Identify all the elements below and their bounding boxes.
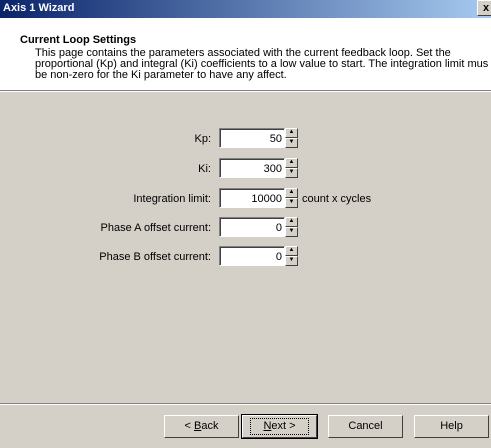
back-button[interactable]: < Back (164, 415, 239, 438)
ki-input[interactable] (222, 161, 282, 176)
next-label-rest: ext > (271, 420, 296, 432)
integration-limit-input[interactable] (222, 191, 282, 206)
phase-b-spinner: ▲ ▼ (285, 246, 298, 266)
back-label-rest: ack (201, 420, 219, 432)
phase-a-field-box (219, 217, 285, 237)
kp-spin-up-button[interactable]: ▲ (285, 128, 298, 138)
header-panel: Current Loop Settings This page contains… (0, 18, 491, 90)
integration-limit-field-box (219, 188, 285, 208)
up-arrow-icon: ▲ (288, 159, 295, 165)
phase-a-spin-down-button[interactable]: ▼ (285, 227, 298, 237)
phase-b-label: Phase B offset current: (99, 251, 211, 263)
phase-b-spin-down-button[interactable]: ▼ (285, 256, 298, 266)
header-divider (0, 90, 491, 92)
down-arrow-icon: ▼ (288, 228, 295, 234)
next-focus-rect: Next > (250, 418, 309, 435)
down-arrow-icon: ▼ (288, 139, 295, 145)
kp-row: Kp: ▲ ▼ (0, 128, 491, 152)
phase-a-spin-up-button[interactable]: ▲ (285, 217, 298, 227)
integration-limit-spin-up-button[interactable]: ▲ (285, 188, 298, 198)
page-title: Current Loop Settings (20, 34, 137, 46)
integration-limit-unit: count x cycles (302, 193, 372, 205)
up-arrow-icon: ▲ (288, 218, 295, 224)
integration-limit-spinner: ▲ ▼ (285, 188, 298, 208)
ki-spinner: ▲ ▼ (285, 158, 298, 178)
ki-spin-up-button[interactable]: ▲ (285, 158, 298, 168)
page-description: This page contains the parameters associ… (35, 47, 489, 81)
integration-limit-spin-down-button[interactable]: ▼ (285, 198, 298, 208)
up-arrow-icon: ▲ (288, 247, 295, 253)
help-button[interactable]: Help (414, 415, 489, 438)
kp-spinner: ▲ ▼ (285, 128, 298, 148)
phase-b-spin-up-button[interactable]: ▲ (285, 246, 298, 256)
next-button[interactable]: Next > (241, 414, 318, 439)
ki-row: Ki: ▲ ▼ (0, 158, 491, 182)
down-arrow-icon: ▼ (288, 169, 295, 175)
footer-divider (0, 403, 491, 405)
integration-limit-row: Integration limit: ▲ ▼ count x cycles (0, 188, 491, 212)
phase-a-input[interactable] (222, 220, 282, 235)
cancel-button[interactable]: Cancel (328, 415, 403, 438)
back-prefix: < (184, 420, 194, 432)
close-button[interactable]: x (477, 0, 491, 16)
ki-field-box (219, 158, 285, 178)
ki-spin-down-button[interactable]: ▼ (285, 168, 298, 178)
kp-input[interactable] (222, 131, 282, 146)
phase-b-row: Phase B offset current: ▲ ▼ (0, 246, 491, 270)
wizard-window: Axis 1 Wizard x Current Loop Settings Th… (0, 0, 491, 448)
down-arrow-icon: ▼ (288, 199, 295, 205)
kp-spin-down-button[interactable]: ▼ (285, 138, 298, 148)
phase-b-field-box (219, 246, 285, 266)
phase-b-input[interactable] (222, 249, 282, 264)
up-arrow-icon: ▲ (288, 189, 295, 195)
kp-label: Kp: (194, 133, 211, 145)
window-title: Axis 1 Wizard (3, 2, 75, 14)
integration-limit-label: Integration limit: (133, 193, 211, 205)
title-bar: Axis 1 Wizard x (0, 0, 491, 18)
kp-field-box (219, 128, 285, 148)
phase-a-label: Phase A offset current: (100, 222, 211, 234)
up-arrow-icon: ▲ (288, 129, 295, 135)
ki-label: Ki: (198, 163, 211, 175)
down-arrow-icon: ▼ (288, 257, 295, 263)
phase-a-spinner: ▲ ▼ (285, 217, 298, 237)
phase-a-row: Phase A offset current: ▲ ▼ (0, 217, 491, 241)
